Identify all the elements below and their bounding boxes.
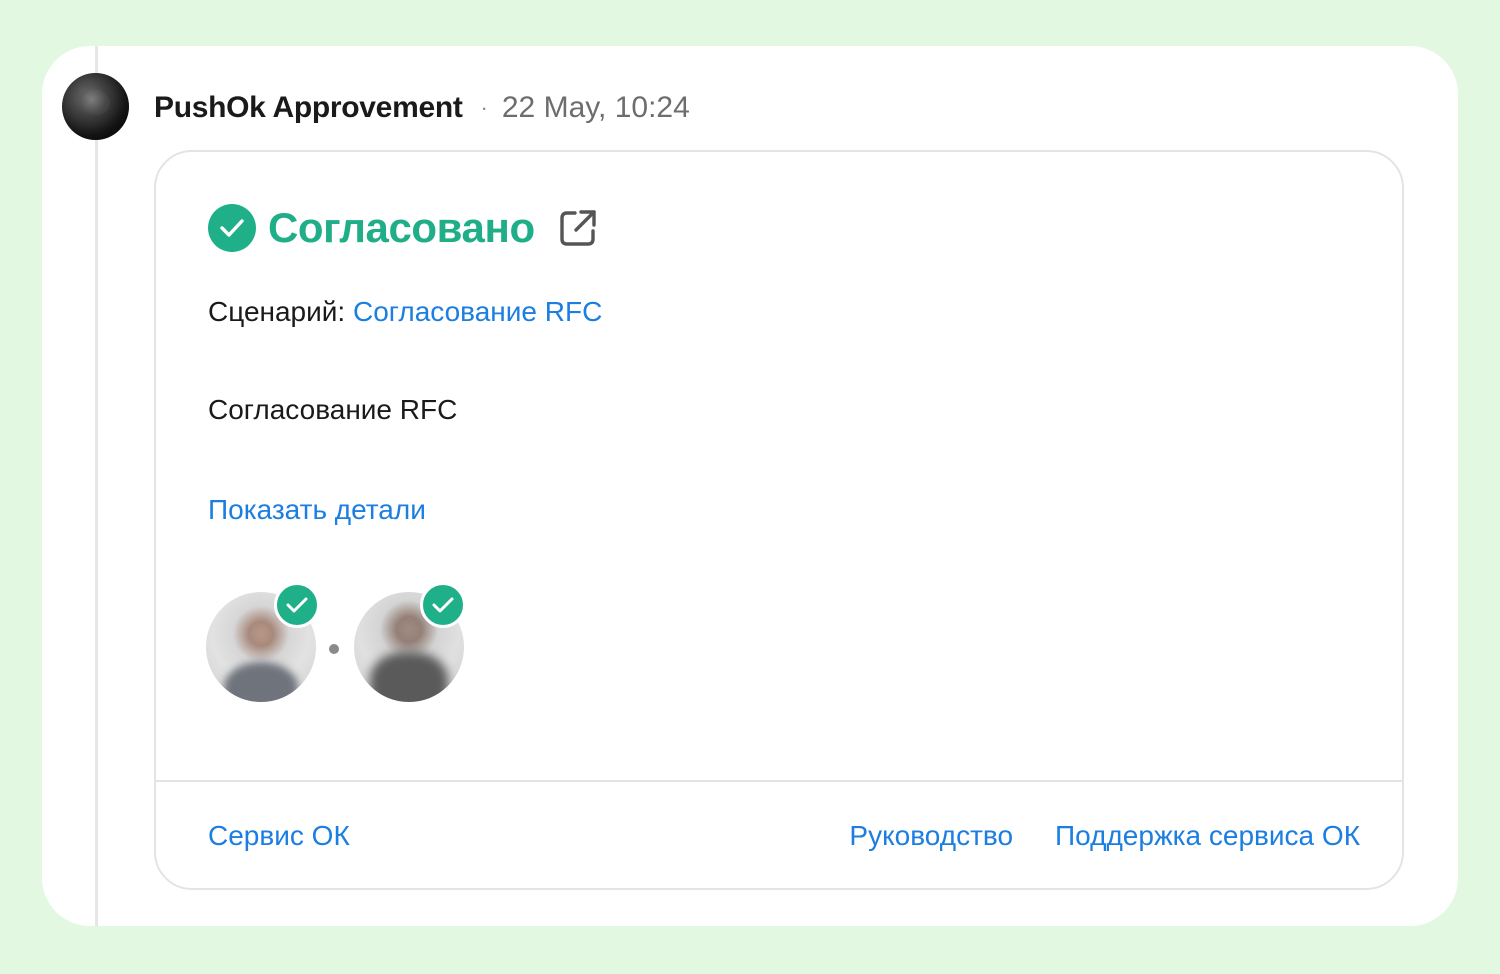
card-divider [156, 780, 1402, 782]
header-separator: · [480, 95, 488, 120]
request-description: Согласование RFC [208, 394, 458, 425]
status-row: Согласовано [208, 204, 599, 252]
approved-check-icon [208, 204, 256, 252]
scenario-row: Сценарий: Согласование RFC [208, 296, 602, 328]
scenario-link[interactable]: Согласование RFC [353, 296, 602, 327]
thread-line [95, 46, 98, 926]
service-ok-link[interactable]: Сервис ОК [208, 820, 350, 852]
status-title: Согласовано [268, 204, 535, 251]
approver-separator-dot [329, 644, 339, 654]
support-link[interactable]: Поддержка сервиса ОК [1055, 820, 1360, 852]
show-details-link[interactable]: Показать детали [208, 494, 426, 526]
sender-name[interactable]: PushOk Approvement [154, 91, 463, 125]
approvers-list [206, 582, 486, 708]
approver-check-icon [420, 582, 466, 628]
bot-avatar[interactable] [62, 73, 129, 140]
approver-check-icon [274, 582, 320, 628]
external-link-icon[interactable] [557, 207, 599, 249]
scenario-label: Сценарий: [208, 296, 353, 327]
guide-link[interactable]: Руководство [849, 820, 1013, 852]
approval-card: Согласовано Сценарий: Согласование RFC С… [154, 150, 1404, 890]
message-timestamp: 22 May, 10:24 [501, 91, 690, 124]
footer-links: Руководство Поддержка сервиса ОК [849, 820, 1360, 852]
message-container: PushOk Approvement · 22 May, 10:24 Согла… [42, 46, 1458, 926]
message-header: PushOk Approvement · 22 May, 10:24 [154, 88, 690, 128]
